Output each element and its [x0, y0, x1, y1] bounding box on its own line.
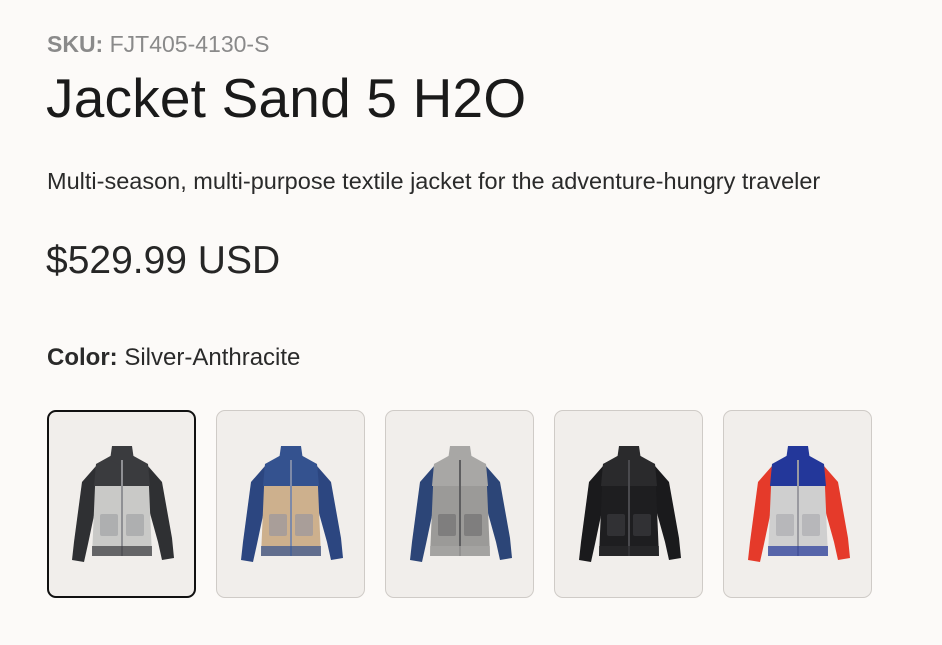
jacket-silver-anthracite-icon [71, 446, 174, 562]
product-description: Multi-season, multi-purpose textile jack… [47, 168, 821, 194]
sku-line: SKU: FJT405-4130-S [47, 31, 269, 58]
color-selection: Color: Silver-Anthracite [47, 344, 300, 372]
color-swatch[interactable] [723, 410, 872, 598]
color-swatch[interactable] [216, 410, 365, 598]
jacket-black-icon [578, 446, 681, 562]
jacket-sand-blue-icon [240, 446, 343, 562]
color-swatch[interactable] [47, 410, 196, 598]
color-swatch-list [47, 410, 872, 598]
color-swatch[interactable] [385, 410, 534, 598]
jacket-silver-blue-red-icon [747, 446, 850, 562]
color-value: Silver-Anthracite [124, 344, 301, 371]
product-title: Jacket Sand 5 H2O [46, 67, 527, 129]
product-detail-page: SKU: FJT405-4130-S Jacket Sand 5 H2O Mul… [0, 0, 942, 645]
color-label: Color: [47, 344, 118, 371]
color-swatch[interactable] [554, 410, 703, 598]
sku-label: SKU: [47, 31, 104, 57]
sku-value: FJT405-4130-S [109, 31, 270, 57]
product-price: $529.99 USD [46, 239, 281, 282]
jacket-grey-blue-icon [409, 446, 512, 562]
